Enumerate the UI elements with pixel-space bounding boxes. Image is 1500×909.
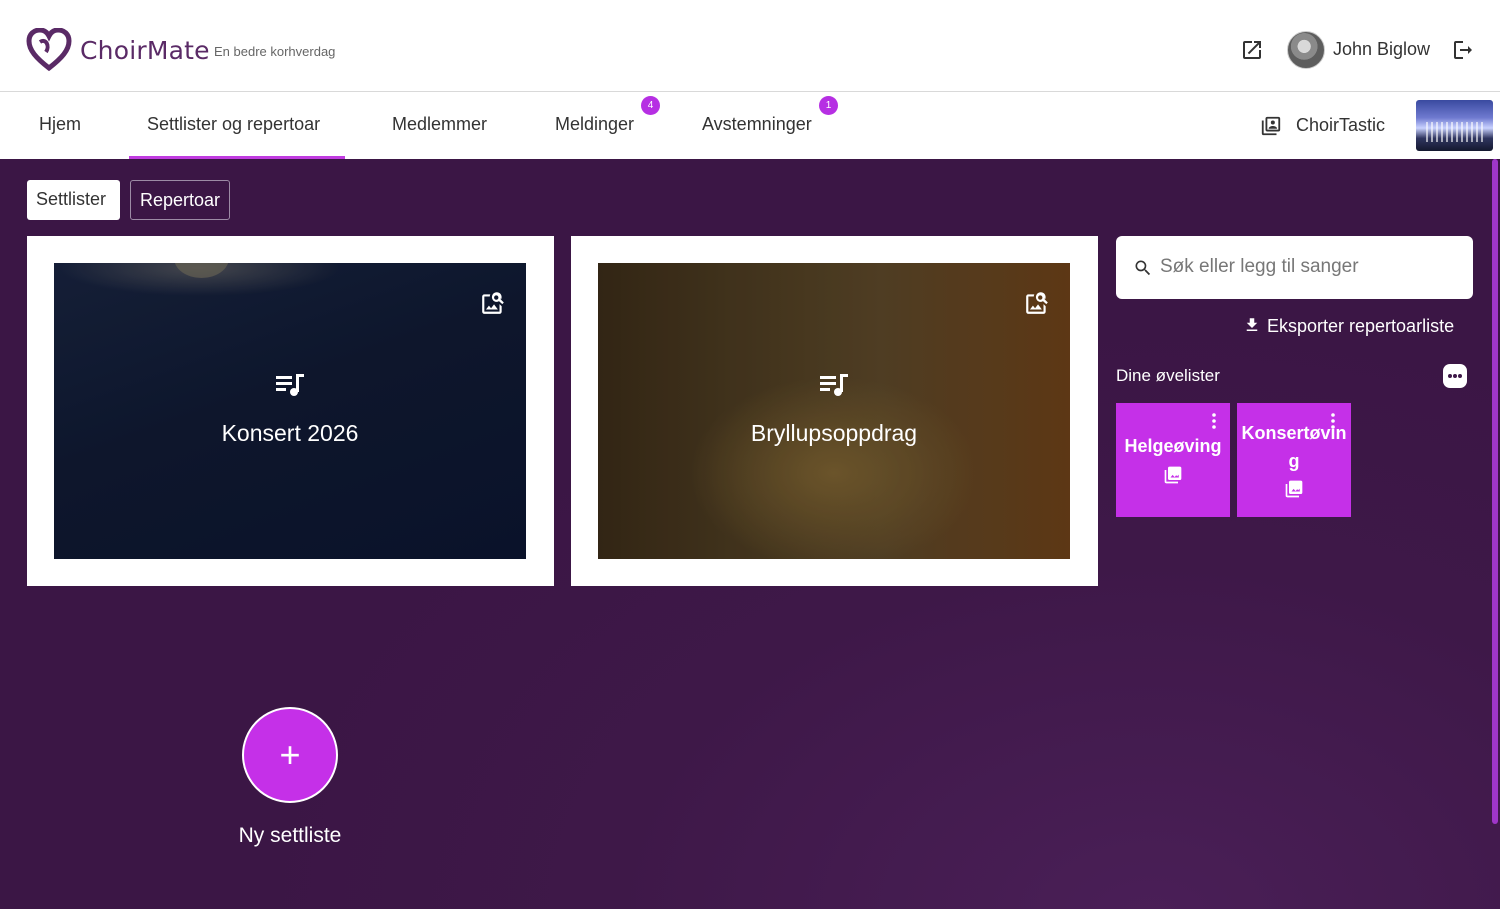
practice-list-title-wrap: g: [1288, 451, 1300, 471]
new-setlist-label[interactable]: Ny settliste: [190, 824, 390, 848]
practice-list-title: Konsertøvin: [1241, 423, 1347, 443]
playlist-music-icon: [820, 374, 848, 396]
choir-image[interactable]: [1416, 100, 1493, 151]
nav-label: Settlister og repertoar: [147, 114, 321, 134]
practice-list-tile[interactable]: Helgeøving: [1116, 403, 1230, 517]
practice-list-title: Helgeøving: [1124, 436, 1222, 456]
tab-repertoar[interactable]: Repertoar: [130, 180, 230, 220]
new-setlist-button[interactable]: +: [242, 707, 338, 803]
choir-name[interactable]: ChoirTastic: [1296, 115, 1385, 136]
nav-item-settlister[interactable]: Settlister og repertoar: [129, 93, 345, 159]
edit-image-icon[interactable]: [1163, 465, 1183, 485]
app-header: ChoirMate En bedre korhverdag John Biglo…: [0, 0, 1500, 92]
notification-badge: 1: [819, 96, 838, 115]
logout-icon[interactable]: [1451, 38, 1475, 62]
brand-name[interactable]: ChoirMate: [80, 36, 210, 65]
export-repertoire-button[interactable]: Eksporter repertoarliste: [1243, 316, 1454, 337]
external-link-icon[interactable]: [1240, 38, 1264, 62]
user-name[interactable]: John Biglow: [1333, 39, 1430, 60]
setlist-title: Bryllupsoppdrag: [750, 420, 918, 446]
tagline: En bedre korhverdag: [214, 44, 336, 59]
heart-logo-icon[interactable]: [26, 28, 72, 72]
practice-lists-heading: Dine øvelister: [1116, 366, 1220, 385]
nav-item-medlemmer[interactable]: Medlemmer: [392, 93, 487, 159]
search-icon: [1135, 260, 1151, 276]
nav-item-meldinger[interactable]: Meldinger: [555, 93, 634, 159]
notification-badge: 4: [641, 96, 660, 115]
tab-settlister[interactable]: Settlister: [27, 180, 120, 220]
scrollbar[interactable]: [1492, 159, 1498, 824]
nav-item-avstemninger[interactable]: Avstemninger: [702, 93, 812, 159]
setlist-card[interactable]: Bryllupsoppdrag: [571, 236, 1098, 586]
setlist-card[interactable]: Konsert 2026: [27, 236, 554, 586]
more-options-button[interactable]: [1443, 364, 1467, 388]
practice-list-tile[interactable]: Konsertøvin g: [1237, 403, 1351, 517]
setlist-cover-image: Bryllupsoppdrag: [598, 263, 1070, 559]
playlist-music-icon: [276, 374, 304, 396]
export-label: Eksporter repertoarliste: [1267, 316, 1455, 336]
setlist-title: Konsert 2026: [221, 420, 359, 446]
edit-image-icon[interactable]: [1024, 290, 1050, 316]
nav-item-hjem[interactable]: Hjem: [39, 93, 81, 159]
download-icon: [1246, 318, 1258, 331]
more-vert-icon[interactable]: [1212, 413, 1216, 429]
main-nav: Hjem Settlister og repertoar Medlemmer M…: [0, 93, 1500, 159]
setlist-cover-image: Konsert 2026: [54, 263, 526, 559]
nav-label: Avstemninger: [702, 114, 812, 134]
choir-library-icon[interactable]: [1260, 115, 1282, 137]
main-content: Settlister Repertoar Konsert 2026 Bryllu…: [0, 159, 1500, 909]
nav-label: Hjem: [39, 114, 82, 134]
song-search: [1116, 236, 1473, 299]
plus-icon: +: [279, 734, 301, 775]
avatar[interactable]: [1287, 31, 1325, 69]
edit-image-icon[interactable]: [480, 290, 506, 316]
edit-image-icon[interactable]: [1284, 479, 1304, 499]
nav-label: Meldinger: [555, 114, 635, 134]
nav-label: Medlemmer: [392, 114, 488, 134]
search-input[interactable]: [1160, 252, 1460, 282]
